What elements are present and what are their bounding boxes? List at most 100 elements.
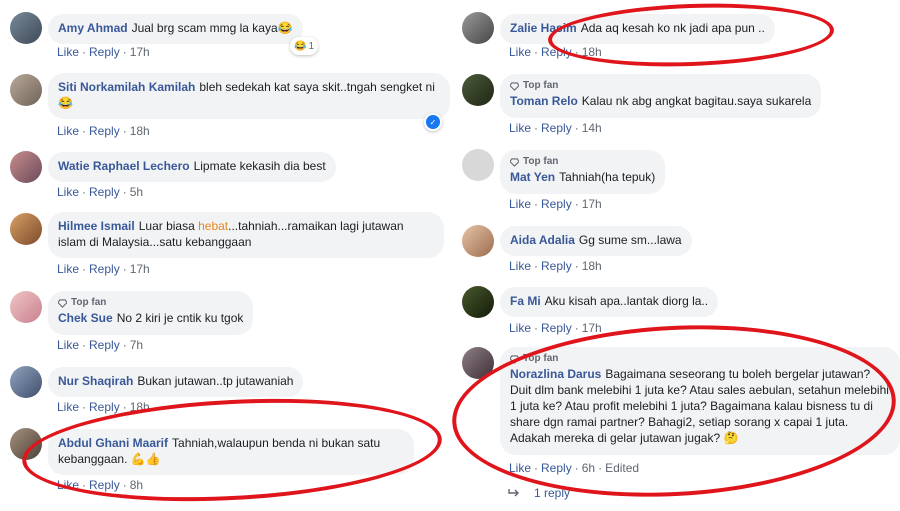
comment-timestamp[interactable]: 17h	[582, 321, 602, 335]
comment-text: bleh sedekah kat saya skit..tngah sengke…	[199, 80, 435, 94]
comment-timestamp[interactable]: 5h	[130, 185, 143, 199]
diamond-icon	[510, 354, 519, 364]
top-fan-badge: Top fan	[510, 156, 655, 168]
highlighted-word: hebat	[198, 219, 229, 233]
diamond-icon	[510, 157, 519, 167]
comment-timestamp[interactable]: 8h	[130, 478, 143, 492]
comment-bubble: Top fan Toman Relo Kalau nk abg angkat ba…	[500, 74, 822, 118]
replies-count[interactable]: 1 reply	[534, 486, 570, 500]
like-link[interactable]: Like	[57, 45, 79, 59]
reply-link[interactable]: Reply	[89, 338, 120, 352]
comment-text: Bukan jutawan..tp jutawaniah	[137, 374, 294, 388]
reply-link[interactable]: Reply	[89, 262, 120, 276]
comment-timestamp[interactable]: 17h	[130, 45, 150, 59]
commenter-name[interactable]: Siti Norkamilah Kamilah	[58, 80, 195, 94]
comment-bubble: Siti Norkamilah Kamilah bleh sedekah kat …	[48, 73, 450, 119]
commenter-name[interactable]: Watie Raphael Lechero	[58, 159, 190, 173]
commenter-name[interactable]: Hilmee Ismail	[58, 219, 135, 233]
comment-text: Ada aq kesah ko nk jadi apa pun ..	[580, 21, 765, 35]
comment-bubble: Zalie Hasim Ada aq kesah ko nk jadi apa p…	[500, 14, 775, 44]
comment-actions: Like · Reply · 17h	[509, 321, 602, 335]
like-link[interactable]: Like	[509, 321, 531, 335]
reply-link[interactable]: Reply	[89, 124, 120, 138]
comment-actions: Like · Reply · 17h	[509, 197, 602, 211]
comment-bubble: Hilmee Ismail Luar biasa hebat...tahniah.…	[48, 212, 444, 258]
comment-actions: Like · Reply · 7h	[57, 338, 144, 352]
comment-text: Aku kisah apa..lantak diorg la..	[544, 294, 709, 308]
comment-timestamp[interactable]: 18h	[582, 45, 602, 59]
comment-bubble: Top fan Mat Yen Tahniah(ha tepuk)	[500, 150, 666, 194]
thinking-face-emoji-icon: 🤔	[723, 431, 739, 445]
comment-timestamp[interactable]: 18h	[130, 124, 150, 138]
reply-link[interactable]: Reply	[541, 461, 572, 475]
comment-actions: Like · Reply · 18h	[509, 259, 602, 273]
commenter-name[interactable]: Fa Mi	[510, 294, 541, 308]
comment-timestamp[interactable]: 14h	[582, 121, 602, 135]
view-replies-link[interactable]: 1 reply	[508, 486, 570, 500]
avatar[interactable]	[10, 366, 42, 398]
like-link[interactable]: Like	[57, 400, 79, 414]
commenter-name[interactable]: Nur Shaqirah	[58, 374, 133, 388]
comment-bubble: Abdul Ghani Maarif Tahniah,walaupun benda…	[48, 429, 414, 475]
avatar[interactable]	[462, 225, 494, 257]
comment-actions: Like · Reply · 6h · Edited	[509, 461, 640, 475]
avatar[interactable]	[10, 74, 42, 106]
comment-timestamp[interactable]: 7h	[130, 338, 143, 352]
like-link[interactable]: Like	[509, 121, 531, 135]
reply-link[interactable]: Reply	[89, 400, 120, 414]
comment-timestamp[interactable]: 17h	[130, 262, 150, 276]
commenter-name[interactable]: Chek Sue	[58, 311, 113, 325]
top-fan-badge: Top fan	[510, 353, 890, 365]
avatar[interactable]	[10, 291, 42, 323]
avatar[interactable]	[462, 74, 494, 106]
avatar[interactable]	[10, 428, 42, 460]
comment-timestamp[interactable]: 17h	[582, 197, 602, 211]
comment-timestamp[interactable]: 18h	[130, 400, 150, 414]
like-link[interactable]: Like	[57, 124, 79, 138]
commenter-name[interactable]: Mat Yen	[510, 170, 555, 184]
avatar[interactable]	[462, 12, 494, 44]
avatar[interactable]	[462, 286, 494, 318]
like-link[interactable]: Like	[57, 338, 79, 352]
commenter-name[interactable]: Norazlina Darus	[510, 367, 601, 381]
comment-bubble: Top fan Chek Sue No 2 kiri je cntik ku tg…	[48, 291, 254, 335]
reply-link[interactable]: Reply	[541, 197, 572, 211]
avatar[interactable]	[10, 12, 42, 44]
comment-timestamp[interactable]: 18h	[582, 259, 602, 273]
reply-link[interactable]: Reply	[541, 45, 572, 59]
avatar[interactable]	[462, 347, 494, 379]
comment-actions: Like · Reply · 17h	[57, 262, 150, 276]
like-link[interactable]: Like	[57, 262, 79, 276]
like-link[interactable]: Like	[509, 45, 531, 59]
reply-link[interactable]: Reply	[89, 478, 120, 492]
commenter-name[interactable]: Amy Ahmad	[58, 21, 128, 35]
commenter-name[interactable]: Abdul Ghani Maarif	[58, 436, 168, 450]
comment-bubble: Nur Shaqirah Bukan jutawan..tp jutawaniah	[48, 367, 304, 397]
comment-text: Luar biasa	[138, 219, 199, 233]
reply-link[interactable]: Reply	[541, 259, 572, 273]
commenter-name[interactable]: Toman Relo	[510, 94, 578, 108]
reply-link[interactable]: Reply	[541, 321, 572, 335]
like-link[interactable]: Like	[57, 185, 79, 199]
comment-actions: Like · Reply · 17h	[57, 45, 150, 59]
like-link[interactable]: Like	[509, 197, 531, 211]
reaction-summary[interactable]: ✓	[424, 113, 442, 131]
comment-text: Gg sume sm...lawa	[578, 233, 682, 247]
comment-timestamp[interactable]: 6h	[582, 461, 595, 475]
comment-actions: Like · Reply · 18h	[57, 124, 150, 138]
avatar[interactable]	[10, 213, 42, 245]
reaction-count: 1	[308, 40, 315, 52]
reaction-summary[interactable]: 😂 1	[290, 37, 319, 55]
reply-link[interactable]: Reply	[541, 121, 572, 135]
like-reaction-icon: ✓	[426, 115, 440, 129]
comment-text: Tahniah(ha tepuk)	[559, 170, 656, 184]
reply-link[interactable]: Reply	[89, 45, 120, 59]
commenter-name[interactable]: Zalie Hasim	[510, 21, 577, 35]
like-link[interactable]: Like	[509, 259, 531, 273]
like-link[interactable]: Like	[509, 461, 531, 475]
avatar[interactable]	[10, 151, 42, 183]
commenter-name[interactable]: Aida Adalia	[510, 233, 575, 247]
avatar[interactable]	[462, 149, 494, 181]
like-link[interactable]: Like	[57, 478, 79, 492]
reply-link[interactable]: Reply	[89, 185, 120, 199]
